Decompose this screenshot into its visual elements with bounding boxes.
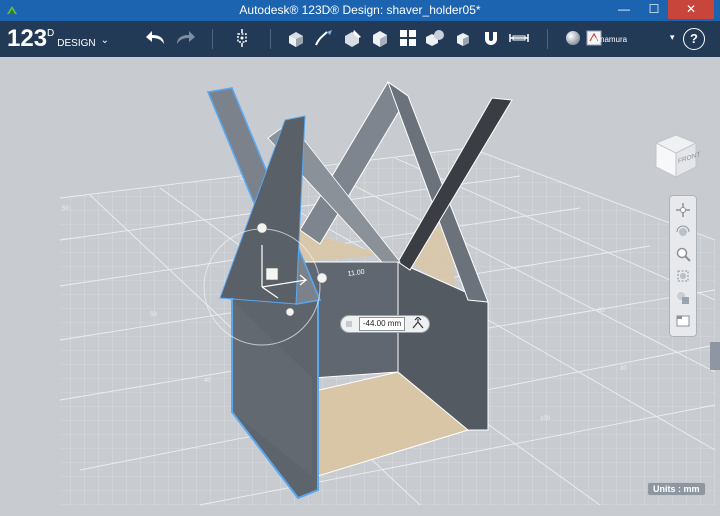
chevron-down-icon: ⌄ bbox=[100, 35, 110, 46]
svg-text:100: 100 bbox=[540, 416, 551, 422]
chevron-down-icon[interactable]: ▾ bbox=[670, 32, 675, 43]
redo-icon bbox=[177, 31, 195, 44]
grip-icon[interactable] bbox=[346, 320, 352, 328]
material-view-button[interactable] bbox=[673, 310, 693, 330]
move-tool-icon[interactable] bbox=[411, 317, 425, 330]
primitives-icon bbox=[289, 32, 303, 47]
zoom-button[interactable] bbox=[673, 244, 693, 264]
visibility-icon bbox=[677, 292, 689, 304]
fit-button[interactable] bbox=[673, 266, 693, 286]
measure-icon bbox=[509, 34, 529, 42]
dimension-input[interactable]: -44.00 mm bbox=[359, 317, 405, 331]
undo-icon bbox=[146, 31, 164, 44]
sphere-icon bbox=[566, 31, 580, 45]
orbit-button[interactable] bbox=[673, 222, 693, 242]
svg-text:30: 30 bbox=[620, 366, 627, 372]
close-button[interactable]: ✕ bbox=[668, 0, 714, 19]
toolbar-separator bbox=[212, 29, 213, 49]
svg-text:40: 40 bbox=[204, 378, 211, 384]
undo-button[interactable] bbox=[143, 25, 169, 51]
logo-superscript: D bbox=[47, 28, 55, 39]
sketch-icon bbox=[315, 30, 332, 46]
modify-button[interactable] bbox=[367, 25, 393, 51]
grouping-icon bbox=[426, 30, 444, 46]
zoom-icon bbox=[676, 247, 691, 262]
transform-button[interactable] bbox=[229, 25, 255, 51]
magnet-icon bbox=[485, 32, 497, 45]
pattern-button[interactable] bbox=[395, 25, 421, 51]
orbit-icon bbox=[676, 225, 690, 236]
scene-canvas[interactable]: 50 50 40 60 30 100 11.00 bbox=[0, 57, 720, 516]
units-indicator[interactable]: Units : mm bbox=[647, 482, 706, 496]
side-panel-toggle[interactable] bbox=[710, 342, 720, 370]
viewport[interactable]: 50 50 40 60 30 100 11.00 FRONT -44.00 mm… bbox=[0, 57, 720, 516]
dimension-editor: -44.00 mm bbox=[340, 315, 430, 333]
main-toolbar: 123 D DESIGN ⌄ yimamura ▾ ? bbox=[0, 21, 720, 57]
minimize-button[interactable]: — bbox=[610, 0, 638, 19]
navigation-bar bbox=[669, 195, 697, 337]
visibility-button[interactable] bbox=[673, 288, 693, 308]
svg-text:60: 60 bbox=[598, 308, 605, 314]
app-menu-button[interactable]: 123 D DESIGN ⌄ bbox=[7, 27, 109, 51]
maximize-button[interactable]: ☐ bbox=[640, 0, 668, 19]
toolbar-separator bbox=[270, 29, 271, 49]
grouping-button[interactable] bbox=[422, 25, 448, 51]
help-button[interactable]: ? bbox=[683, 28, 705, 50]
modify-icon bbox=[373, 31, 387, 47]
primitives-button[interactable] bbox=[283, 25, 309, 51]
logo-number: 123 bbox=[7, 25, 48, 52]
material-icon bbox=[676, 315, 690, 327]
measure-button[interactable] bbox=[506, 25, 532, 51]
transform-icon bbox=[237, 29, 247, 47]
view-cube[interactable]: FRONT bbox=[648, 127, 704, 183]
logo-word: DESIGN bbox=[57, 38, 96, 49]
svg-text:50: 50 bbox=[62, 206, 69, 212]
construct-icon bbox=[345, 30, 361, 47]
fit-icon bbox=[677, 270, 689, 282]
combine-icon bbox=[457, 33, 469, 46]
pattern-icon bbox=[400, 30, 416, 46]
sketch-button[interactable] bbox=[311, 25, 337, 51]
toolbar-separator bbox=[547, 29, 548, 49]
combine-button[interactable] bbox=[450, 25, 476, 51]
redo-button[interactable] bbox=[172, 25, 198, 51]
pan-icon bbox=[676, 203, 690, 217]
construct-button[interactable] bbox=[339, 25, 365, 51]
snap-button[interactable] bbox=[478, 25, 504, 51]
user-name[interactable]: yimamura bbox=[592, 35, 627, 44]
title-bar: Autodesk® 123D® Design: shaver_holder05*… bbox=[0, 0, 720, 21]
pan-button[interactable] bbox=[673, 200, 693, 220]
svg-text:50: 50 bbox=[150, 312, 157, 318]
